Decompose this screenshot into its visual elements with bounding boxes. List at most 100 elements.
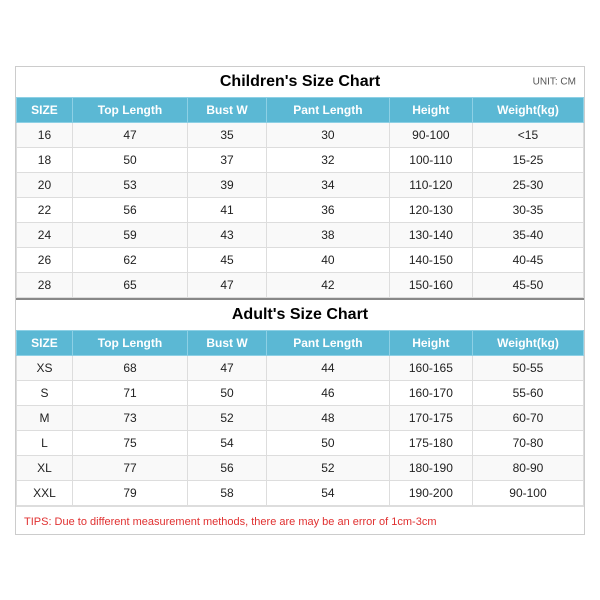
children-title: Children's Size Chart — [220, 73, 380, 90]
table-cell: 60-70 — [472, 405, 583, 430]
tips-text: TIPS: Due to different measurement metho… — [24, 516, 436, 528]
adult-col-weight: Weight(kg) — [472, 330, 583, 355]
table-cell: 73 — [72, 405, 187, 430]
table-cell: 30 — [266, 122, 389, 147]
table-row: XS684744160-16550-55 — [17, 355, 584, 380]
table-row: 26624540140-15040-45 — [17, 247, 584, 272]
table-cell: 71 — [72, 380, 187, 405]
adult-title: Adult's Size Chart — [232, 306, 368, 323]
table-cell: 58 — [188, 480, 267, 505]
table-cell: 77 — [72, 455, 187, 480]
table-cell: 34 — [266, 172, 389, 197]
table-cell: 45-50 — [472, 272, 583, 297]
table-cell: 56 — [72, 197, 187, 222]
children-section-title-row: Children's Size Chart UNIT: CM — [16, 67, 584, 97]
children-col-pant-length: Pant Length — [266, 97, 389, 122]
table-cell: 180-190 — [389, 455, 472, 480]
table-cell: 42 — [266, 272, 389, 297]
table-cell: 32 — [266, 147, 389, 172]
table-row: 28654742150-16045-50 — [17, 272, 584, 297]
table-cell: 40 — [266, 247, 389, 272]
table-cell: 37 — [188, 147, 267, 172]
table-row: 18503732100-11015-25 — [17, 147, 584, 172]
table-cell: 53 — [72, 172, 187, 197]
table-row: S715046160-17055-60 — [17, 380, 584, 405]
table-cell: 170-175 — [389, 405, 472, 430]
table-cell: 70-80 — [472, 430, 583, 455]
table-cell: 79 — [72, 480, 187, 505]
table-cell: 22 — [17, 197, 73, 222]
table-cell: 140-150 — [389, 247, 472, 272]
children-col-size: SIZE — [17, 97, 73, 122]
table-cell: 90-100 — [472, 480, 583, 505]
table-cell: 56 — [188, 455, 267, 480]
table-row: XXL795854190-20090-100 — [17, 480, 584, 505]
table-cell: XS — [17, 355, 73, 380]
table-cell: 18 — [17, 147, 73, 172]
table-cell: 44 — [266, 355, 389, 380]
table-cell: 54 — [188, 430, 267, 455]
table-row: L755450175-18070-80 — [17, 430, 584, 455]
children-col-bust-w: Bust W — [188, 97, 267, 122]
table-cell: 47 — [188, 355, 267, 380]
table-cell: 38 — [266, 222, 389, 247]
table-cell: 190-200 — [389, 480, 472, 505]
table-cell: 26 — [17, 247, 73, 272]
table-cell: 43 — [188, 222, 267, 247]
table-cell: 40-45 — [472, 247, 583, 272]
table-row: 1647353090-100<15 — [17, 122, 584, 147]
children-table: SIZE Top Length Bust W Pant Length Heigh… — [16, 97, 584, 298]
table-cell: 160-170 — [389, 380, 472, 405]
table-row: M735248170-17560-70 — [17, 405, 584, 430]
adult-section-title-row: Adult's Size Chart — [16, 298, 584, 330]
tips-row: TIPS: Due to different measurement metho… — [16, 506, 584, 534]
table-cell: 52 — [266, 455, 389, 480]
table-cell: 175-180 — [389, 430, 472, 455]
adult-table: SIZE Top Length Bust W Pant Length Heigh… — [16, 330, 584, 506]
adult-col-pant-length: Pant Length — [266, 330, 389, 355]
table-cell: 35-40 — [472, 222, 583, 247]
table-cell: 68 — [72, 355, 187, 380]
table-cell: 48 — [266, 405, 389, 430]
table-cell: 28 — [17, 272, 73, 297]
table-cell: 50 — [72, 147, 187, 172]
table-cell: 120-130 — [389, 197, 472, 222]
table-cell: XL — [17, 455, 73, 480]
table-cell: M — [17, 405, 73, 430]
table-cell: S — [17, 380, 73, 405]
table-cell: 39 — [188, 172, 267, 197]
table-row: 22564136120-13030-35 — [17, 197, 584, 222]
table-cell: 47 — [72, 122, 187, 147]
table-cell: 16 — [17, 122, 73, 147]
unit-label: UNIT: CM — [533, 76, 576, 87]
table-cell: 80-90 — [472, 455, 583, 480]
table-cell: L — [17, 430, 73, 455]
adult-col-height: Height — [389, 330, 472, 355]
table-cell: 45 — [188, 247, 267, 272]
table-cell: 20 — [17, 172, 73, 197]
table-cell: 15-25 — [472, 147, 583, 172]
table-cell: 75 — [72, 430, 187, 455]
table-cell: 160-165 — [389, 355, 472, 380]
table-cell: 110-120 — [389, 172, 472, 197]
table-cell: 54 — [266, 480, 389, 505]
table-cell: 50 — [266, 430, 389, 455]
table-cell: 59 — [72, 222, 187, 247]
table-row: 24594338130-14035-40 — [17, 222, 584, 247]
size-chart-container: Children's Size Chart UNIT: CM SIZE Top … — [15, 66, 585, 535]
children-header-row: SIZE Top Length Bust W Pant Length Heigh… — [17, 97, 584, 122]
table-cell: 150-160 — [389, 272, 472, 297]
table-cell: 65 — [72, 272, 187, 297]
table-cell: 30-35 — [472, 197, 583, 222]
table-cell: 50-55 — [472, 355, 583, 380]
children-col-height: Height — [389, 97, 472, 122]
table-cell: 24 — [17, 222, 73, 247]
table-row: XL775652180-19080-90 — [17, 455, 584, 480]
table-cell: 55-60 — [472, 380, 583, 405]
table-cell: XXL — [17, 480, 73, 505]
children-col-top-length: Top Length — [72, 97, 187, 122]
table-cell: 36 — [266, 197, 389, 222]
table-cell: 35 — [188, 122, 267, 147]
table-cell: 50 — [188, 380, 267, 405]
table-cell: 52 — [188, 405, 267, 430]
